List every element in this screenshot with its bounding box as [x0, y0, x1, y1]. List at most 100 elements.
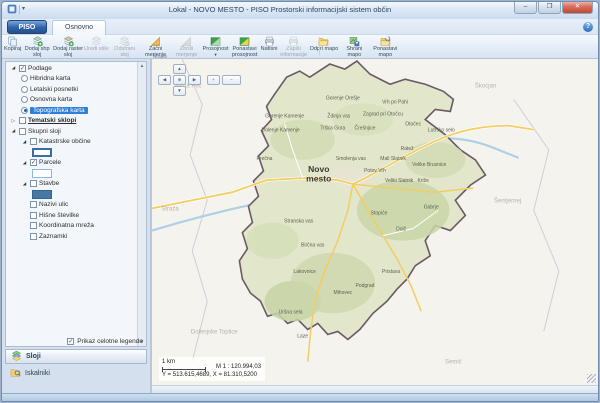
expander-open-icon[interactable]: ◢ [21, 181, 28, 187]
layer-checkbox[interactable] [30, 138, 37, 145]
layer-checkbox[interactable] [19, 128, 26, 135]
pan-center-button[interactable]: ⊕ [173, 75, 186, 85]
scale-bar-label: 1 km [162, 359, 206, 367]
basemap-radio[interactable] [21, 75, 28, 82]
ribbon-button-label: Uredi stile [84, 47, 108, 53]
legend-swatch-stavbe [7, 189, 136, 200]
ribbon-button-ponastavi-mapo[interactable]: Ponastavi mapo [370, 35, 400, 58]
panel-sloji[interactable]: Sloji [5, 349, 147, 364]
full-legend-checkbox[interactable]: ✓ [67, 338, 74, 345]
map-label-straza: Straža [161, 206, 179, 212]
layer-checkbox[interactable]: ✓ [30, 159, 37, 166]
main-area: ◢✓PodlageHibridna kartaLetalski posnetki… [2, 59, 598, 393]
pan-up-button[interactable]: ▲ [173, 64, 186, 74]
basemap-radio[interactable] [21, 86, 28, 93]
piso-app-button[interactable]: PISO [7, 20, 47, 34]
expander-open-icon[interactable]: ◢ [10, 128, 17, 134]
tree-item-label: Parcele [39, 159, 61, 166]
legend-swatch-katastrske-obcine [7, 147, 136, 158]
app-window: ▾ Lokal - NOVO MESTO - PISO Prostorski i… [1, 1, 599, 402]
map-label-podgrad: Podgrad [355, 283, 374, 289]
tree-item-koordinatna-mreza[interactable]: Koordinatna mreža [7, 221, 136, 232]
expander-open-icon[interactable]: ◢ [21, 139, 28, 145]
tree-item-katastrske-obcine[interactable]: ◢ Katastrske občine [7, 137, 136, 148]
tree-item-label: Hibridna karta [30, 75, 70, 82]
layer-checkbox[interactable] [30, 222, 37, 229]
layer-checkbox[interactable] [30, 212, 37, 219]
map-label-bircna-vas: Birčna vas [301, 243, 325, 249]
map-label-zagrad-pri-otoccu: Zagrad pri Otočcu [363, 111, 403, 117]
tree-item-nazivi-ulic[interactable]: Nazivi ulic [7, 200, 136, 211]
ribbon-button-prosojnost[interactable]: Prosojnost▼ [203, 35, 229, 56]
layer-checkbox[interactable]: ✓ [19, 65, 26, 72]
layer-checkbox[interactable] [19, 117, 26, 124]
ribbon: KopirajDodaj shp slojDodaj raster slojUr… [2, 35, 598, 59]
expander-closed-icon[interactable]: ▷ [10, 118, 17, 124]
basemap-radio[interactable] [21, 107, 28, 114]
layer-tree-panel: ◢✓PodlageHibridna kartaLetalski posnetki… [5, 61, 147, 347]
tree-item-tematski-sklopi[interactable]: ▷ Tematski sklopi [7, 116, 136, 127]
tree-item-zaznamki[interactable]: Zaznamki [7, 231, 136, 242]
tree-item-hisne-stevilke[interactable]: Hišne številke [7, 210, 136, 221]
map-label-krize: Križe [418, 178, 430, 184]
close-button[interactable]: ✕ [562, 2, 593, 14]
scroll-up-icon[interactable]: ▲ [138, 62, 146, 70]
pan-down-button[interactable]: ▼ [173, 86, 186, 96]
layer-checkbox[interactable] [30, 180, 37, 187]
app-icon[interactable] [7, 4, 17, 14]
qat-dropdown-icon[interactable]: ▾ [22, 5, 25, 14]
ribbon-button-uredi-stile: Uredi stile [84, 35, 108, 53]
tree-item-label: Katastrske občine [39, 138, 91, 145]
zoom-in-button[interactable]: + [207, 75, 220, 85]
legend-swatch-parcele [7, 168, 136, 179]
map-canvas[interactable]: NovomestoPrečnaGorenje KamenjeDolenje Ka… [152, 59, 598, 393]
title-bar: ▾ Lokal - NOVO MESTO - PISO Prostorski i… [2, 2, 598, 19]
expander-open-icon[interactable]: ◢ [10, 65, 17, 71]
layers-icon [11, 348, 22, 366]
panel-iskalniki-label: Iskalniki [25, 370, 50, 377]
legend-swatch [32, 148, 52, 157]
tree-item-hibridna-karta[interactable]: Hibridna karta [7, 74, 136, 85]
tree-item-topografska-karta[interactable]: Topografska karta [7, 105, 136, 116]
maximize-button[interactable]: ❐ [538, 2, 561, 14]
full-legend-checkbox-row[interactable]: ✓ Prikaz celotne legende [67, 338, 143, 345]
tree-item-label: Podlage [28, 65, 52, 72]
tree-item-podlage[interactable]: ◢✓Podlage [7, 63, 136, 74]
panel-iskalniki[interactable]: Iskalniki [5, 366, 147, 381]
tree-item-label: Hišne številke [39, 212, 79, 219]
layer-checkbox[interactable] [30, 233, 37, 240]
map-label-precna: Prečna [257, 156, 273, 162]
pan-right-button[interactable]: ▶ [188, 75, 201, 85]
layers-sidebar: ◢✓PodlageHibridna kartaLetalski posnetki… [2, 59, 150, 393]
resize-grip[interactable] [587, 374, 596, 383]
minimize-button[interactable]: – [514, 2, 537, 14]
layer-checkbox[interactable] [30, 201, 37, 208]
tree-item-label: Osnovna karta [30, 96, 72, 103]
tree-item-skupni-sloji[interactable]: ◢Skupni sloji [7, 126, 136, 137]
expander-open-icon[interactable]: ◢ [21, 160, 28, 166]
ribbon-button-natisni[interactable]: Natisni [261, 35, 278, 53]
ribbon-button-odpri-mapo[interactable]: Odpri mapo [310, 35, 339, 53]
basemap-radio[interactable] [21, 96, 28, 103]
tree-item-stavbe[interactable]: ◢Stavbe [7, 179, 136, 190]
qat-separator [19, 5, 20, 14]
help-button[interactable]: ? [583, 22, 593, 32]
map-label-dolz: Dolž [396, 227, 407, 233]
ribbon-button-kopiraj[interactable]: Kopiraj [4, 35, 21, 53]
tree-item-osnovna-karta[interactable]: Osnovna karta [7, 95, 136, 106]
ribbon-group-separator [319, 37, 320, 55]
legend-swatch [32, 190, 52, 199]
search-folder-icon [10, 365, 21, 383]
map-label-laze: Laze [297, 333, 308, 339]
pan-left-button[interactable]: ◀ [158, 75, 171, 85]
tree-item-letalski-posnetki[interactable]: Letalski posnetki [7, 84, 136, 95]
zoom-out-button[interactable]: − [222, 75, 241, 85]
tree-scrollbar[interactable]: ▲ ▼ [137, 62, 146, 346]
scale-text: M 1 : 120.994,03 [216, 364, 261, 372]
ribbon-button-label: Kopiraj [4, 47, 21, 53]
tree-item-parcele[interactable]: ◢✓Parcele [7, 158, 136, 169]
tree-item-label: Tematski sklopi [28, 117, 76, 124]
ribbon-button-shrani-mapo[interactable]: Shrani mapo [339, 35, 369, 58]
tab-osnovno[interactable]: Osnovno [52, 20, 106, 35]
map-label-stranska-vas: Stranska vas [284, 218, 313, 224]
